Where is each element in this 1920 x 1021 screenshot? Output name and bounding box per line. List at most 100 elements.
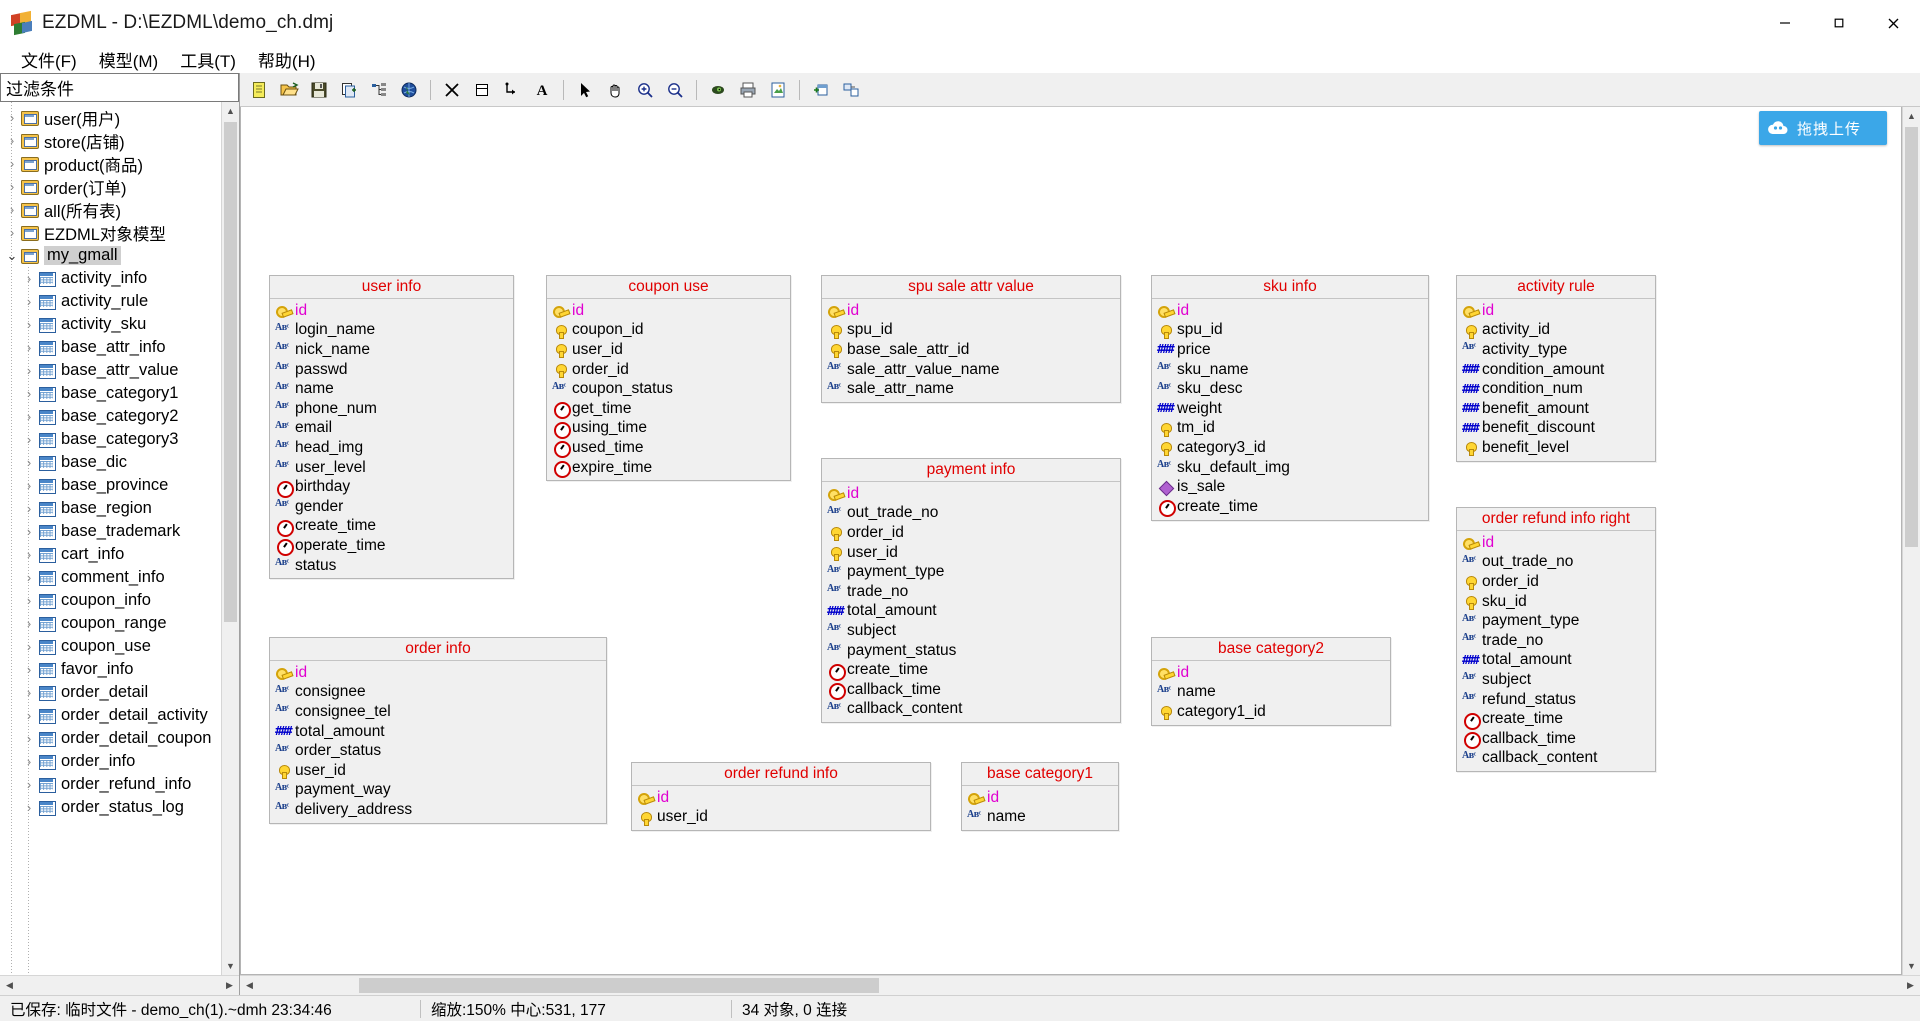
drag-upload-button[interactable]: 拖拽上传 [1759, 111, 1887, 145]
zoom-in-icon[interactable] [630, 76, 660, 104]
entity-field[interactable]: sale_attr_name [822, 379, 1120, 399]
entity-field[interactable]: sku_desc [1152, 379, 1428, 399]
scrollbar-thumb[interactable] [359, 978, 879, 993]
entity-table[interactable]: sku info id spu_idprice sku_name sku_descwei… [1151, 275, 1429, 521]
entity-field[interactable]: base_sale_attr_id [822, 340, 1120, 360]
chevron-right-icon[interactable]: › [4, 202, 20, 217]
chevron-right-icon[interactable]: › [21, 386, 37, 401]
entity-field[interactable]: benefit_level [1457, 438, 1655, 458]
entity-table[interactable]: coupon use id coupon_iduser_id order_idcoup… [546, 275, 791, 482]
entity-field[interactable]: using_time [547, 419, 790, 439]
entity-field[interactable]: id [270, 301, 513, 321]
scroll-track[interactable] [259, 976, 1901, 995]
relation-arrow-icon[interactable] [497, 76, 527, 104]
chevron-right-icon[interactable]: › [21, 731, 37, 746]
chevron-right-icon[interactable]: › [21, 524, 37, 539]
chevron-right-icon[interactable]: › [21, 547, 37, 562]
entity-field[interactable]: id [822, 484, 1120, 504]
tree-table-activity_info[interactable]: › activity_info [0, 267, 221, 290]
save-icon[interactable] [304, 76, 334, 104]
mouse-icon[interactable] [703, 76, 733, 104]
entity-field[interactable]: create_time [270, 517, 513, 537]
entity-field[interactable]: user_id [632, 808, 930, 828]
chevron-right-icon[interactable]: › [21, 501, 37, 516]
chevron-right-icon[interactable]: › [21, 616, 37, 631]
tree-table-order_detail_coupon[interactable]: › order_detail_coupon [0, 727, 221, 750]
maximize-button[interactable] [1812, 0, 1866, 46]
entity-field[interactable]: callback_content [1457, 749, 1655, 769]
entity-field[interactable]: login_name [270, 321, 513, 341]
entity-field[interactable]: out_trade_no [822, 504, 1120, 524]
pan-hand-icon[interactable] [600, 76, 630, 104]
entity-field[interactable]: payment_way [270, 781, 606, 801]
entity-field[interactable]: id [632, 788, 930, 808]
chevron-right-icon[interactable]: › [21, 363, 37, 378]
scroll-down-arrow-icon[interactable]: ▼ [222, 957, 239, 975]
entity-field[interactable]: tm_id [1152, 419, 1428, 439]
entity-field[interactable]: spu_id [822, 321, 1120, 341]
entity-field[interactable]: consignee [270, 683, 606, 703]
add-table-icon[interactable] [806, 76, 836, 104]
entity-field[interactable]: id [822, 301, 1120, 321]
entity-table[interactable]: base category2 id namecategory1_id [1151, 637, 1391, 726]
entity-field[interactable]: condition_amount [1457, 360, 1655, 380]
chevron-right-icon[interactable]: › [21, 685, 37, 700]
entity-field[interactable]: create_time [822, 660, 1120, 681]
chevron-right-icon[interactable]: › [4, 179, 20, 194]
entity-field[interactable]: birthday [270, 477, 513, 498]
tree-node-order订单[interactable]: › order(订单) [0, 175, 221, 198]
tree-table-cart_info[interactable]: › cart_info [0, 543, 221, 566]
entity-field[interactable]: activity_type [1457, 340, 1655, 360]
menu-file[interactable]: 文件(F) [10, 46, 88, 74]
tree-table-favor_info[interactable]: › favor_info [0, 658, 221, 681]
zoom-out-icon[interactable] [660, 76, 690, 104]
chevron-right-icon[interactable]: › [4, 156, 20, 171]
entity-field[interactable]: phone_num [270, 399, 513, 419]
delete-x-icon[interactable] [437, 76, 467, 104]
filter-input[interactable]: 过滤条件 [0, 73, 239, 102]
diagram-canvas[interactable]: 拖拽上传 user info id login_namenick_namepassw… [240, 107, 1902, 975]
scrollbar-thumb[interactable] [1905, 127, 1918, 547]
export-image-icon[interactable] [763, 76, 793, 104]
entity-field[interactable]: condition_num [1457, 379, 1655, 399]
tree-node-ezdml对象模型[interactable]: › EZDML对象模型 [0, 221, 221, 244]
entity-field[interactable]: name [1152, 683, 1390, 703]
tree-table-activity_rule[interactable]: › activity_rule [0, 290, 221, 313]
entity-field[interactable]: create_time [1152, 497, 1428, 518]
chevron-right-icon[interactable]: › [4, 133, 20, 148]
chevron-right-icon[interactable]: › [21, 409, 37, 424]
chevron-right-icon[interactable]: › [21, 662, 37, 677]
entity-field[interactable]: id [962, 788, 1118, 808]
entity-field[interactable]: consignee_tel [270, 702, 606, 722]
chevron-right-icon[interactable]: › [21, 754, 37, 769]
chevron-right-icon[interactable]: › [4, 225, 20, 240]
sidebar-vertical-scrollbar[interactable]: ▲ ▼ [221, 102, 239, 975]
entity-field[interactable]: trade_no [1457, 631, 1655, 651]
entity-table[interactable]: base category1 id name [961, 762, 1119, 832]
entity-field[interactable]: trade_no [822, 582, 1120, 602]
entity-field[interactable]: total_amount [270, 722, 606, 742]
copy-icon[interactable] [334, 76, 364, 104]
tree-table-base_category1[interactable]: › base_category1 [0, 382, 221, 405]
scroll-up-arrow-icon[interactable]: ▲ [222, 102, 239, 120]
tree-table-base_category3[interactable]: › base_category3 [0, 428, 221, 451]
entity-field[interactable]: callback_time [1457, 729, 1655, 750]
text-label-icon[interactable]: A [527, 76, 557, 104]
entity-field[interactable]: coupon_id [547, 321, 790, 341]
entity-field[interactable]: refund_status [1457, 690, 1655, 710]
entity-field[interactable]: status [270, 556, 513, 576]
entity-field[interactable]: create_time [1457, 709, 1655, 730]
entity-field[interactable]: used_time [547, 438, 790, 459]
tree-table-coupon_range[interactable]: › coupon_range [0, 612, 221, 635]
entity-table[interactable]: payment info id out_trade_noorder_id user_i… [821, 458, 1121, 724]
scroll-left-arrow-icon[interactable]: ◀ [0, 980, 19, 991]
entity-table[interactable]: user info id login_namenick_namepasswd name… [269, 275, 514, 580]
tree-table-comment_info[interactable]: › comment_info [0, 566, 221, 589]
chevron-right-icon[interactable]: › [21, 593, 37, 608]
chevron-right-icon[interactable]: › [21, 639, 37, 654]
print-icon[interactable] [733, 76, 763, 104]
entity-field[interactable]: out_trade_no [1457, 553, 1655, 573]
tree-table-base_attr_value[interactable]: › base_attr_value [0, 359, 221, 382]
entity-field[interactable]: user_id [270, 761, 606, 781]
entity-field[interactable]: benefit_amount [1457, 399, 1655, 419]
